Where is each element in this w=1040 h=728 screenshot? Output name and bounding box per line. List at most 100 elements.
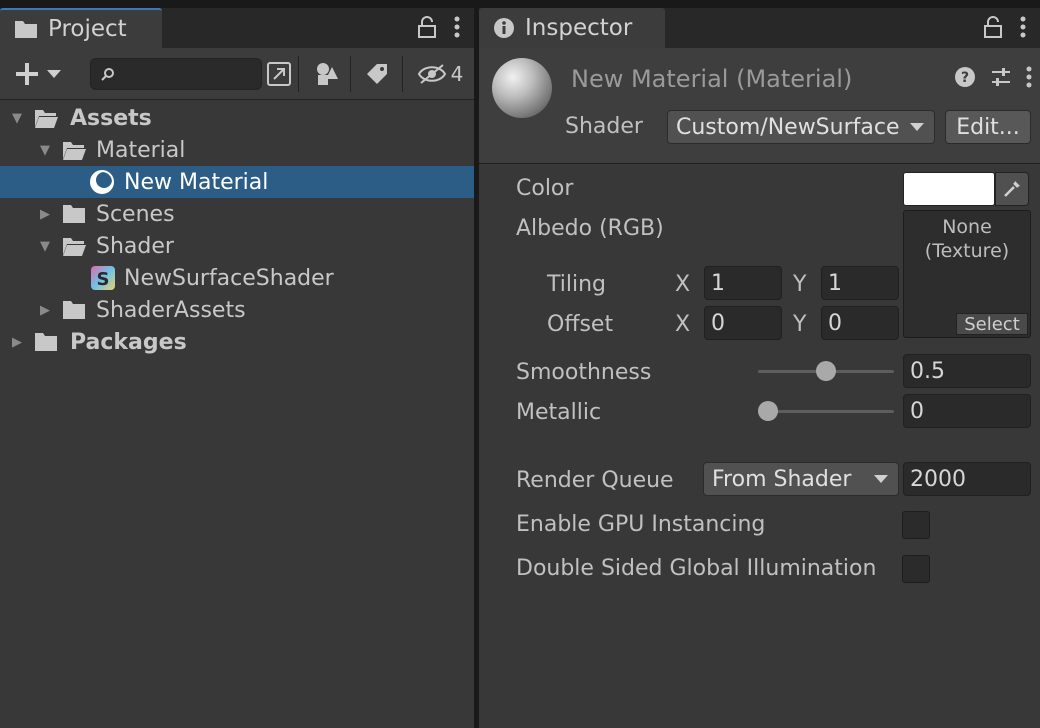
- tree-item-packages[interactable]: ▶ Packages: [0, 326, 474, 358]
- texture-type-label: (Texture): [924, 240, 1010, 262]
- create-button[interactable]: [10, 57, 66, 91]
- search-by-type-button[interactable]: [262, 57, 296, 91]
- hidden-packages-button[interactable]: 4: [414, 57, 466, 91]
- render-queue-dropdown[interactable]: From Shader: [703, 462, 899, 496]
- toolbar-separator: [298, 56, 299, 92]
- project-tabbar: Project: [0, 8, 474, 48]
- info-icon: [494, 18, 514, 38]
- kebab-menu-icon[interactable]: [454, 16, 460, 38]
- project-toolbar: 4: [0, 48, 474, 100]
- project-window: Project 4 ▼ Assets ▼ Material New Materi…: [0, 8, 474, 728]
- tab-inspector-label: Inspector: [525, 15, 633, 41]
- tab-inspector[interactable]: Inspector: [479, 8, 665, 48]
- tiling-x-field[interactable]: 1: [704, 266, 782, 300]
- eyedropper-button[interactable]: [995, 172, 1029, 206]
- double-sided-gi-label: Double Sided Global Illumination: [516, 556, 877, 581]
- smoothness-label: Smoothness: [516, 360, 652, 385]
- folder-icon: [63, 205, 85, 223]
- smoothness-field[interactable]: 0.5: [903, 354, 1031, 388]
- inspector-tabbar: Inspector: [479, 8, 1040, 48]
- tab-project[interactable]: Project: [0, 8, 162, 48]
- tag-icon: [367, 64, 387, 84]
- albedo-texture-slot[interactable]: None (Texture) Select: [903, 210, 1031, 338]
- shader-icon: S: [91, 266, 115, 290]
- collapsed-arrow-icon[interactable]: ▶: [36, 301, 54, 319]
- tree-item-label: New Material: [124, 169, 269, 195]
- metallic-label: Metallic: [516, 400, 602, 425]
- external-window-icon: [267, 62, 291, 86]
- offset-x-field[interactable]: 0: [704, 306, 782, 340]
- lock-icon[interactable]: [984, 16, 1002, 38]
- search-field[interactable]: [90, 58, 262, 90]
- albedo-label: Albedo (RGB): [516, 216, 664, 241]
- inspector-window: Inspector New Material (Material) ? Shad…: [479, 8, 1040, 728]
- inspector-tab-tools: [984, 16, 1026, 38]
- dropdown-caret-icon: [910, 123, 924, 131]
- offset-y-field[interactable]: 0: [821, 306, 899, 340]
- color-swatch[interactable]: [903, 172, 995, 206]
- toolbar-separator: [350, 56, 351, 92]
- offset-label: Offset: [547, 312, 614, 337]
- tree-item-label: Assets: [70, 105, 152, 131]
- tree-item-label: NewSurfaceShader: [124, 265, 334, 291]
- kebab-menu-icon[interactable]: [1026, 66, 1032, 88]
- preset-sliders-icon[interactable]: [990, 66, 1012, 88]
- tree-item-new-material[interactable]: New Material: [0, 166, 474, 198]
- metallic-slider-handle[interactable]: [758, 401, 778, 421]
- eyedropper-icon: [1004, 181, 1020, 197]
- offset-x-label: X: [675, 312, 691, 337]
- tree-item-material[interactable]: ▼ Material: [0, 134, 474, 166]
- render-queue-mode: From Shader: [712, 466, 852, 492]
- lock-icon[interactable]: [418, 16, 436, 38]
- render-queue-field[interactable]: 2000: [903, 462, 1031, 496]
- gpu-instancing-checkbox[interactable]: [902, 511, 930, 539]
- tiling-y-field[interactable]: 1: [821, 266, 899, 300]
- expanded-arrow-icon[interactable]: ▼: [8, 109, 26, 127]
- texture-select-button[interactable]: Select: [956, 313, 1028, 335]
- material-preview-icon: [492, 58, 552, 118]
- tree-item-label: Packages: [70, 329, 187, 355]
- expanded-arrow-icon[interactable]: ▼: [36, 141, 54, 159]
- color-label: Color: [516, 176, 574, 201]
- expanded-arrow-icon[interactable]: ▼: [36, 237, 54, 255]
- tiling-y-label: Y: [793, 272, 807, 297]
- search-icon: [101, 68, 114, 81]
- tree-item-assets[interactable]: ▼ Assets: [0, 102, 474, 134]
- svg-text:S: S: [97, 269, 110, 290]
- collapsed-arrow-icon[interactable]: ▶: [8, 333, 26, 351]
- double-sided-gi-checkbox[interactable]: [902, 555, 930, 583]
- shader-dropdown[interactable]: Custom/NewSurface: [667, 110, 935, 144]
- search-input[interactable]: [121, 64, 251, 84]
- dropdown-caret-icon: [874, 475, 888, 483]
- tree-item-shaderassets[interactable]: ▶ ShaderAssets: [0, 294, 474, 326]
- tiling-label: Tiling: [547, 272, 607, 297]
- tree-item-label: Scenes: [96, 201, 175, 227]
- render-queue-label: Render Queue: [516, 468, 674, 493]
- project-tab-tools: [418, 16, 460, 38]
- folder-open-icon: [35, 110, 58, 128]
- smoothness-slider-handle[interactable]: [816, 361, 836, 381]
- tree-item-label: ShaderAssets: [96, 297, 246, 323]
- tree-item-shader[interactable]: ▼ Shader: [0, 230, 474, 262]
- metallic-slider-track[interactable]: [758, 410, 894, 413]
- chevron-down-icon: [47, 70, 61, 78]
- edit-shader-button[interactable]: Edit...: [945, 110, 1031, 144]
- help-icon[interactable]: ?: [954, 66, 976, 88]
- filter-by-type-button[interactable]: [310, 57, 344, 91]
- tiling-x-label: X: [675, 272, 691, 297]
- svg-text:?: ?: [961, 70, 969, 86]
- tree-item-newsurfaceshader[interactable]: S NewSurfaceShader: [0, 262, 474, 294]
- tree-item-scenes[interactable]: ▶ Scenes: [0, 198, 474, 230]
- collapsed-arrow-icon[interactable]: ▶: [36, 205, 54, 223]
- offset-y-label: Y: [793, 312, 807, 337]
- folder-icon: [15, 21, 37, 38]
- material-icon: [90, 170, 114, 194]
- filter-by-label-button[interactable]: [360, 57, 394, 91]
- kebab-menu-icon[interactable]: [1020, 16, 1026, 38]
- eye-slash-icon: [417, 64, 446, 84]
- material-header: New Material (Material) ? Shader Custom/…: [479, 48, 1040, 164]
- tab-project-label: Project: [48, 16, 127, 42]
- metallic-field[interactable]: 0: [903, 394, 1031, 428]
- shader-dropdown-value: Custom/NewSurface: [676, 114, 900, 140]
- folder-icon: [63, 301, 85, 319]
